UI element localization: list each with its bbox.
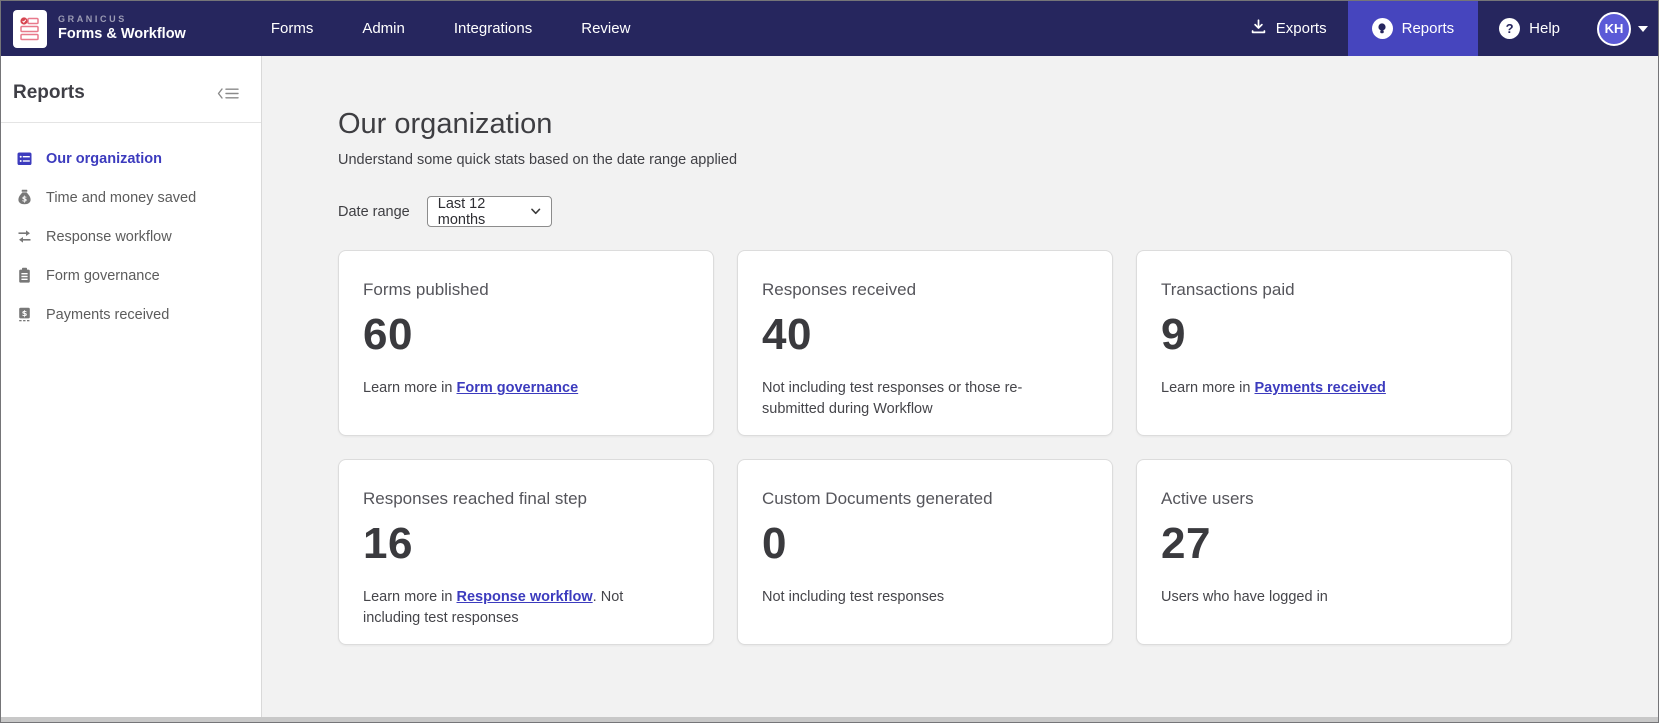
stat-card-note: Not including test responses or those re… [762, 378, 1077, 419]
stat-card-title: Responses received [762, 280, 1088, 300]
sidebar-item-form-governance[interactable]: Form governance [1, 256, 261, 295]
brand-product: Forms & Workflow [58, 25, 186, 43]
date-range-select[interactable]: Last 12 months [427, 196, 552, 227]
reports-button[interactable]: Reports [1348, 1, 1479, 56]
card-note-text: Users who have logged in [1161, 589, 1328, 605]
main-content: Our organization Understand some quick s… [262, 56, 1658, 717]
window-bottom-edge [1, 717, 1658, 722]
stat-card-title: Responses reached final step [363, 489, 689, 509]
lightbulb-icon [1372, 18, 1393, 39]
download-icon [1250, 18, 1267, 39]
reports-label: Reports [1402, 20, 1455, 37]
card-note-text: Not including test responses [762, 589, 944, 605]
stat-card-value: 16 [363, 519, 689, 569]
date-range-value: Last 12 months [438, 196, 532, 228]
stat-card-value: 60 [363, 310, 689, 360]
top-nav: GRANICUS Forms & Workflow Forms Admin In… [1, 1, 1658, 56]
nav-item-review[interactable]: Review [581, 20, 630, 37]
user-menu-button[interactable]: KH [1581, 1, 1658, 56]
nav-item-admin[interactable]: Admin [362, 20, 405, 37]
stats-grid: Forms published 60 Learn more in Form go… [338, 250, 1658, 645]
stat-card: Transactions paid 9 Learn more in Paymen… [1136, 250, 1512, 436]
sidebar: Reports [1, 56, 262, 717]
money-bag-icon: $ [15, 189, 33, 207]
stat-card: Responses received 40 Not including test… [737, 250, 1113, 436]
stat-card-title: Custom Documents generated [762, 489, 1088, 509]
stat-card-value: 9 [1161, 310, 1487, 360]
stat-card-value: 27 [1161, 519, 1487, 569]
date-range-label: Date range [338, 204, 410, 220]
granicus-logo-icon [13, 10, 47, 48]
sidebar-item-time-and-money-saved[interactable]: $ Time and money saved [1, 178, 261, 217]
card-report-link[interactable]: Payments received [1255, 380, 1386, 396]
stat-card-note: Not including test responses [762, 587, 1077, 608]
chevron-down-icon [1638, 26, 1648, 32]
stat-card: Custom Documents generated 0 Not includi… [737, 459, 1113, 645]
stat-card-title: Transactions paid [1161, 280, 1487, 300]
dollar-square-icon: $ [15, 306, 33, 324]
exports-button[interactable]: Exports [1229, 1, 1348, 56]
card-report-link[interactable]: Response workflow [457, 589, 593, 605]
stat-card: Forms published 60 Learn more in Form go… [338, 250, 714, 436]
question-icon: ? [1499, 18, 1520, 39]
stat-card: Active users 27 Users who have logged in [1136, 459, 1512, 645]
avatar: KH [1597, 12, 1631, 46]
org-report-icon [15, 150, 33, 168]
nav-item-forms[interactable]: Forms [271, 20, 314, 37]
help-button[interactable]: ? Help [1478, 1, 1581, 56]
exports-label: Exports [1276, 20, 1327, 37]
sidebar-item-our-organization[interactable]: Our organization [1, 139, 261, 178]
sidebar-item-response-workflow[interactable]: Response workflow [1, 217, 261, 256]
stat-card-note: Learn more in Response workflow. Not inc… [363, 587, 678, 628]
card-note-text: Learn more in [363, 380, 457, 396]
stat-card-note: Learn more in Payments received [1161, 378, 1476, 399]
page-subtitle: Understand some quick stats based on the… [338, 152, 1658, 168]
card-report-link[interactable]: Form governance [457, 380, 579, 396]
sidebar-item-payments-received[interactable]: $ Payments received [1, 295, 261, 334]
stat-card-title: Forms published [363, 280, 689, 300]
stat-card-note: Users who have logged in [1161, 587, 1476, 608]
help-label: Help [1529, 20, 1560, 37]
app-window: GRANICUS Forms & Workflow Forms Admin In… [0, 0, 1659, 723]
stat-card-title: Active users [1161, 489, 1487, 509]
repeat-icon [15, 228, 33, 246]
nav-item-integrations[interactable]: Integrations [454, 20, 532, 37]
sidebar-title: Reports [13, 82, 85, 104]
main-nav: Forms Admin Integrations Review [271, 20, 631, 37]
chevron-down-icon [531, 208, 540, 215]
stat-card-value: 40 [762, 310, 1088, 360]
collapse-sidebar-button[interactable] [217, 87, 239, 100]
brand-company: GRANICUS [58, 14, 186, 25]
card-note-text: Learn more in [363, 589, 457, 605]
svg-text:$: $ [21, 309, 27, 318]
stat-card-note: Learn more in Form governance [363, 378, 678, 399]
card-note-text: Learn more in [1161, 380, 1255, 396]
granicus-home-link[interactable]: GRANICUS Forms & Workflow [13, 10, 186, 48]
stat-card: Responses reached final step 16 Learn mo… [338, 459, 714, 645]
clipboard-icon [15, 267, 33, 285]
card-note-text: Not including test responses or those re… [762, 380, 1022, 417]
svg-text:$: $ [21, 195, 26, 204]
stat-card-value: 0 [762, 519, 1088, 569]
page-title: Our organization [338, 108, 1658, 141]
